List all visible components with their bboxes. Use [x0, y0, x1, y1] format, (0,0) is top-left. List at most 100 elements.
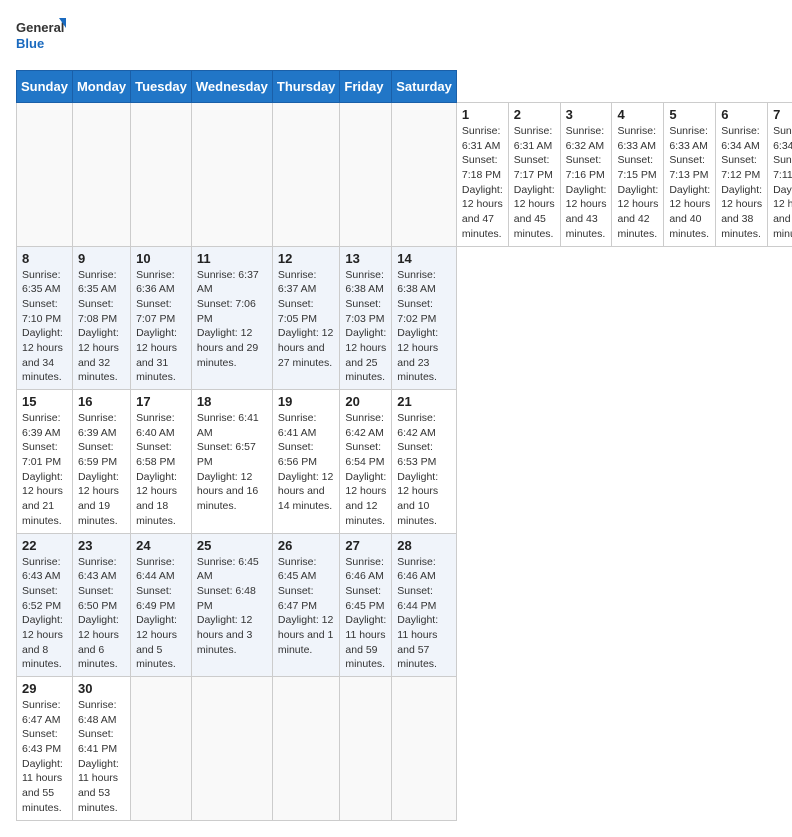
calendar-day-cell: 29 Sunrise: 6:47 AMSunset: 6:43 PMDayligh… — [17, 677, 73, 821]
day-detail: Sunrise: 6:44 AMSunset: 6:49 PMDaylight:… — [136, 555, 186, 673]
day-number: 8 — [22, 251, 67, 266]
day-detail: Sunrise: 6:46 AMSunset: 6:44 PMDaylight:… — [397, 555, 451, 673]
day-number: 5 — [669, 107, 710, 122]
calendar-day-cell: 27 Sunrise: 6:46 AMSunset: 6:45 PMDayligh… — [340, 533, 392, 677]
calendar-day-cell — [392, 677, 457, 821]
day-number: 30 — [78, 681, 125, 696]
calendar-week-row: 8 Sunrise: 6:35 AMSunset: 7:10 PMDaylight… — [17, 246, 792, 390]
day-number: 10 — [136, 251, 186, 266]
calendar-day-cell: 18 Sunrise: 6:41 AMSunset: 6:57 PMDayligh… — [191, 390, 272, 534]
calendar-day-cell: 28 Sunrise: 6:46 AMSunset: 6:44 PMDayligh… — [392, 533, 457, 677]
day-detail: Sunrise: 6:33 AMSunset: 7:15 PMDaylight:… — [617, 124, 658, 242]
day-detail: Sunrise: 6:45 AMSunset: 6:47 PMDaylight:… — [278, 555, 335, 658]
calendar-day-cell: 12Sunrise: 6:37 AMSunset: 7:05 PMDayligh… — [272, 246, 340, 390]
calendar-week-row: 1 Sunrise: 6:31 AMSunset: 7:18 PMDaylight… — [17, 103, 792, 247]
calendar-day-cell: 5Sunrise: 6:33 AMSunset: 7:13 PMDaylight… — [664, 103, 716, 247]
calendar-day-cell: 19Sunrise: 6:41 AMSunset: 6:56 PMDayligh… — [272, 390, 340, 534]
day-detail: Sunrise: 6:36 AMSunset: 7:07 PMDaylight:… — [136, 268, 186, 386]
calendar-week-row: 29 Sunrise: 6:47 AMSunset: 6:43 PMDayligh… — [17, 677, 792, 821]
day-number: 27 — [345, 538, 386, 553]
day-detail: Sunrise: 6:38 AMSunset: 7:03 PMDaylight:… — [345, 268, 386, 386]
calendar-day-cell: 22 Sunrise: 6:43 AMSunset: 6:52 PMDayligh… — [17, 533, 73, 677]
day-detail: Sunrise: 6:39 AMSunset: 6:59 PMDaylight:… — [78, 411, 125, 529]
day-number: 2 — [514, 107, 555, 122]
day-detail: Sunrise: 6:34 AMSunset: 7:12 PMDaylight:… — [721, 124, 762, 242]
day-detail: Sunrise: 6:40 AMSunset: 6:58 PMDaylight:… — [136, 411, 186, 529]
weekday-header: Friday — [340, 71, 392, 103]
day-detail: Sunrise: 6:39 AMSunset: 7:01 PMDaylight:… — [22, 411, 67, 529]
logo-svg: General Blue — [16, 16, 66, 58]
day-detail: Sunrise: 6:35 AMSunset: 7:10 PMDaylight:… — [22, 268, 67, 386]
weekday-header: Saturday — [392, 71, 457, 103]
calendar-day-cell: 17 Sunrise: 6:40 AMSunset: 6:58 PMDayligh… — [131, 390, 192, 534]
calendar-day-cell — [340, 677, 392, 821]
day-detail: Sunrise: 6:34 AMSunset: 7:11 PMDaylight:… — [773, 124, 792, 242]
calendar-day-cell: 21 Sunrise: 6:42 AMSunset: 6:53 PMDayligh… — [392, 390, 457, 534]
day-number: 17 — [136, 394, 186, 409]
calendar-day-cell: 13 Sunrise: 6:38 AMSunset: 7:03 PMDayligh… — [340, 246, 392, 390]
calendar-day-cell: 20 Sunrise: 6:42 AMSunset: 6:54 PMDayligh… — [340, 390, 392, 534]
day-number: 28 — [397, 538, 451, 553]
day-number: 1 — [462, 107, 503, 122]
day-detail: Sunrise: 6:37 AMSunset: 7:06 PMDaylight:… — [197, 268, 267, 371]
calendar-day-cell: 14 Sunrise: 6:38 AMSunset: 7:02 PMDayligh… — [392, 246, 457, 390]
day-number: 3 — [566, 107, 607, 122]
day-number: 26 — [278, 538, 335, 553]
weekday-header: Sunday — [17, 71, 73, 103]
day-detail: Sunrise: 6:32 AMSunset: 7:16 PMDaylight:… — [566, 124, 607, 242]
day-number: 14 — [397, 251, 451, 266]
day-number: 29 — [22, 681, 67, 696]
calendar-day-cell: 11 Sunrise: 6:37 AMSunset: 7:06 PMDayligh… — [191, 246, 272, 390]
calendar-day-cell: 8 Sunrise: 6:35 AMSunset: 7:10 PMDaylight… — [17, 246, 73, 390]
calendar-day-cell — [272, 677, 340, 821]
page-header: General Blue — [16, 16, 776, 58]
day-detail: Sunrise: 6:42 AMSunset: 6:53 PMDaylight:… — [397, 411, 451, 529]
calendar-day-cell — [191, 103, 272, 247]
calendar-table: SundayMondayTuesdayWednesdayThursdayFrid… — [16, 70, 792, 821]
calendar-day-cell: 6 Sunrise: 6:34 AMSunset: 7:12 PMDaylight… — [716, 103, 768, 247]
calendar-day-cell — [392, 103, 457, 247]
day-number: 11 — [197, 251, 267, 266]
calendar-day-cell: 9Sunrise: 6:35 AMSunset: 7:08 PMDaylight… — [72, 246, 130, 390]
calendar-day-cell — [191, 677, 272, 821]
day-number: 7 — [773, 107, 792, 122]
logo: General Blue — [16, 16, 66, 58]
calendar-day-cell — [72, 103, 130, 247]
weekday-header: Tuesday — [131, 71, 192, 103]
calendar-day-cell: 3 Sunrise: 6:32 AMSunset: 7:16 PMDaylight… — [560, 103, 612, 247]
calendar-day-cell: 26 Sunrise: 6:45 AMSunset: 6:47 PMDayligh… — [272, 533, 340, 677]
calendar-day-cell: 1 Sunrise: 6:31 AMSunset: 7:18 PMDaylight… — [456, 103, 508, 247]
day-number: 6 — [721, 107, 762, 122]
calendar-day-cell: 7 Sunrise: 6:34 AMSunset: 7:11 PMDaylight… — [768, 103, 792, 247]
calendar-week-row: 22 Sunrise: 6:43 AMSunset: 6:52 PMDayligh… — [17, 533, 792, 677]
day-detail: Sunrise: 6:31 AMSunset: 7:17 PMDaylight:… — [514, 124, 555, 242]
calendar-day-cell: 25Sunrise: 6:45 AMSunset: 6:48 PMDayligh… — [191, 533, 272, 677]
calendar-day-cell — [131, 677, 192, 821]
day-detail: Sunrise: 6:45 AMSunset: 6:48 PMDaylight:… — [197, 555, 267, 658]
day-detail: Sunrise: 6:43 AMSunset: 6:52 PMDaylight:… — [22, 555, 67, 673]
day-number: 13 — [345, 251, 386, 266]
calendar-day-cell: 23Sunrise: 6:43 AMSunset: 6:50 PMDayligh… — [72, 533, 130, 677]
day-detail: Sunrise: 6:47 AMSunset: 6:43 PMDaylight:… — [22, 698, 67, 816]
weekday-header: Monday — [72, 71, 130, 103]
day-number: 24 — [136, 538, 186, 553]
day-detail: Sunrise: 6:43 AMSunset: 6:50 PMDaylight:… — [78, 555, 125, 673]
day-number: 15 — [22, 394, 67, 409]
day-number: 20 — [345, 394, 386, 409]
calendar-day-cell — [131, 103, 192, 247]
day-detail: Sunrise: 6:42 AMSunset: 6:54 PMDaylight:… — [345, 411, 386, 529]
day-number: 22 — [22, 538, 67, 553]
day-number: 18 — [197, 394, 267, 409]
calendar-day-cell — [17, 103, 73, 247]
calendar-day-cell: 30 Sunrise: 6:48 AMSunset: 6:41 PMDayligh… — [72, 677, 130, 821]
day-detail: Sunrise: 6:41 AMSunset: 6:57 PMDaylight:… — [197, 411, 267, 514]
day-number: 9 — [78, 251, 125, 266]
calendar-week-row: 15 Sunrise: 6:39 AMSunset: 7:01 PMDayligh… — [17, 390, 792, 534]
day-detail: Sunrise: 6:46 AMSunset: 6:45 PMDaylight:… — [345, 555, 386, 673]
day-number: 21 — [397, 394, 451, 409]
day-detail: Sunrise: 6:41 AMSunset: 6:56 PMDaylight:… — [278, 411, 335, 514]
day-detail: Sunrise: 6:31 AMSunset: 7:18 PMDaylight:… — [462, 124, 503, 242]
day-detail: Sunrise: 6:38 AMSunset: 7:02 PMDaylight:… — [397, 268, 451, 386]
day-detail: Sunrise: 6:48 AMSunset: 6:41 PMDaylight:… — [78, 698, 125, 816]
calendar-day-cell: 4Sunrise: 6:33 AMSunset: 7:15 PMDaylight… — [612, 103, 664, 247]
